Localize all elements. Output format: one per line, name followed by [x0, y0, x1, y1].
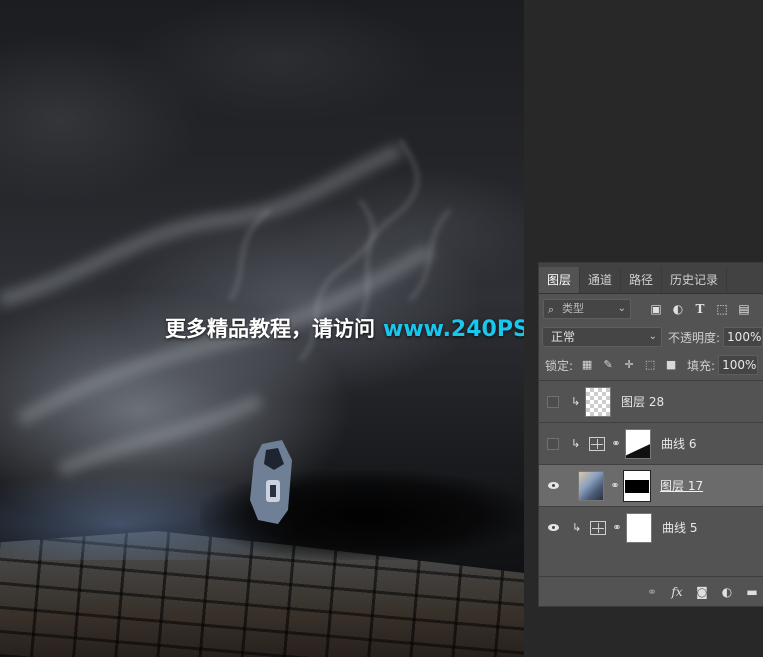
new-adjustment-icon[interactable]: ◐	[720, 585, 734, 599]
blend-mode-value: 正常	[551, 330, 576, 344]
panel-tabbar: 图层 通道 路径 历史记录	[539, 263, 763, 294]
image-filter-icon[interactable]: ▣	[649, 302, 663, 316]
chevron-down-icon: ⌄	[617, 303, 626, 314]
filter-row: ⌕ 类型 ⌄ ▣ ◐ T ⬚ ▤	[539, 294, 763, 324]
lock-image-icon[interactable]: ✎	[602, 359, 614, 371]
chain-link-icon[interactable]: ⚭	[610, 479, 620, 492]
clipping-arrow-icon: ↳	[572, 521, 582, 534]
eye-icon[interactable]	[547, 479, 560, 492]
device-object	[250, 440, 292, 524]
layer-mask-thumbnail	[626, 512, 652, 543]
search-icon: ⌕	[548, 303, 555, 316]
watermark-url: www.240PS.com	[383, 317, 524, 342]
document-canvas[interactable]: 更多精品教程，请访问 www.240PS.com	[0, 0, 524, 657]
tab-paths[interactable]: 路径	[621, 267, 663, 293]
opacity-field[interactable]: 100%	[723, 327, 763, 347]
layer-row-layer-17[interactable]: ⚭ 图层 17	[539, 465, 763, 507]
layer-row-layer-28[interactable]: ↳ 图层 28	[539, 381, 763, 423]
curves-adjustment-icon	[589, 436, 605, 451]
eye-icon[interactable]	[547, 521, 560, 534]
layer-name[interactable]: 图层 17	[660, 477, 703, 494]
tab-layers[interactable]: 图层	[539, 267, 581, 293]
layer-thumbnail	[578, 470, 604, 501]
layers-list: ↳ 图层 28 ↳ ⚭ 曲线 6 ⚭ 图层 17 ↳ ⚭ 曲线 5	[539, 381, 763, 547]
tab-channels[interactable]: 通道	[580, 267, 622, 293]
lock-artboard-icon[interactable]: ⬚	[644, 359, 656, 371]
new-group-icon[interactable]: ▬	[745, 585, 759, 599]
lock-position-icon[interactable]: ✛	[623, 359, 635, 371]
layer-mask-thumbnail	[623, 469, 651, 502]
fill-field[interactable]: 100%	[718, 355, 759, 375]
clipping-arrow-icon: ↳	[571, 395, 581, 408]
panel-footer: ⚭ fx ◙ ◐ ▬	[539, 576, 763, 606]
kind-filter-select[interactable]: ⌕ 类型 ⌄	[543, 299, 631, 319]
blend-mode-select[interactable]: 正常 ⌄	[542, 327, 662, 347]
chain-link-icon[interactable]: ⚭	[611, 437, 621, 450]
adjustment-filter-icon[interactable]: ◐	[671, 302, 685, 316]
curves-adjustment-icon	[590, 520, 606, 535]
watermark-caption: 更多精品教程，请访问	[165, 317, 375, 341]
lock-all-icon[interactable]: ■	[665, 359, 677, 371]
layers-panel: 图层 通道 路径 历史记录 ⌕ 类型 ⌄ ▣ ◐ T ⬚ ▤ 正常 ⌄ 不透明度…	[538, 262, 763, 607]
shape-filter-icon[interactable]: ⬚	[715, 302, 729, 316]
lock-label: 锁定:	[545, 358, 574, 373]
visibility-toggle[interactable]	[547, 395, 559, 408]
layer-mask-thumbnail	[625, 428, 651, 459]
fill-label: 填充:	[687, 358, 716, 373]
chevron-down-icon: ⌄	[648, 331, 657, 342]
kind-filter-value: 类型	[562, 302, 584, 315]
visibility-toggle[interactable]	[547, 437, 559, 450]
link-layers-icon[interactable]: ⚭	[645, 585, 659, 599]
clipping-arrow-icon: ↳	[571, 437, 581, 450]
layer-row-curves-5[interactable]: ↳ ⚭ 曲线 5	[539, 507, 763, 547]
opacity-label: 不透明度:	[668, 330, 721, 345]
layer-row-curves-6[interactable]: ↳ ⚭ 曲线 6	[539, 423, 763, 465]
chain-link-icon[interactable]: ⚭	[612, 521, 622, 534]
lock-row: 锁定: ▦ ✎ ✛ ⬚ ■ 填充: 100%	[539, 350, 763, 381]
blend-row: 正常 ⌄ 不透明度: 100%	[539, 324, 763, 350]
smart-object-filter-icon[interactable]: ▤	[737, 302, 751, 316]
lock-transparent-icon[interactable]: ▦	[581, 359, 593, 371]
fx-icon[interactable]: fx	[670, 585, 684, 599]
tab-history[interactable]: 历史记录	[662, 267, 728, 293]
layer-name[interactable]: 图层 28	[621, 393, 664, 410]
watermark-text: 更多精品教程，请访问 www.240PS.com	[165, 313, 524, 343]
layer-name[interactable]: 曲线 5	[662, 519, 697, 536]
layer-thumbnail	[585, 386, 611, 417]
type-filter-icon[interactable]: T	[693, 302, 707, 316]
layer-name[interactable]: 曲线 6	[661, 435, 696, 452]
add-mask-icon[interactable]: ◙	[695, 585, 709, 599]
